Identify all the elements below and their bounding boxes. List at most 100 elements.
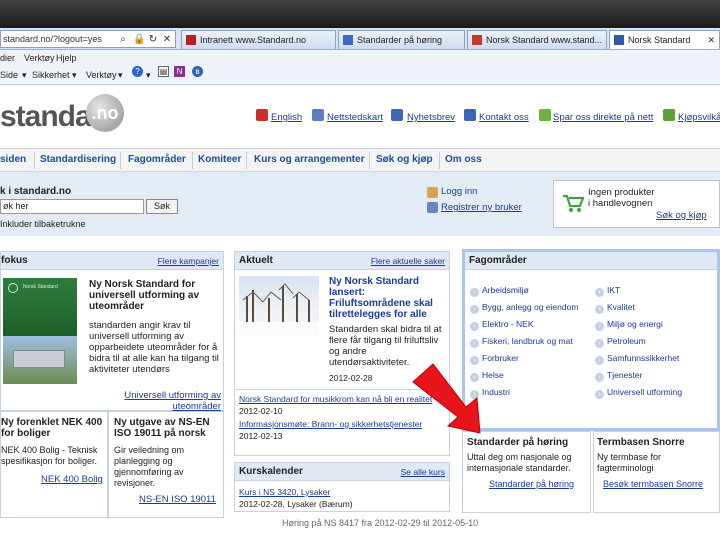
building-image — [13, 350, 65, 368]
logo-ball: .no — [86, 94, 124, 132]
bluetooth-icon[interactable]: ʙ — [192, 66, 203, 77]
kurs-item[interactable]: Kurs i NS 3420, Lysaker — [239, 487, 330, 497]
fag-industri[interactable]: › Industri — [470, 387, 510, 399]
arrow-icon: › — [470, 305, 479, 314]
aktuelt-more-link[interactable]: Flere aktuelle saker — [371, 256, 445, 266]
nav-om-oss[interactable]: Om oss — [445, 154, 482, 165]
aktuelt-photo[interactable] — [239, 276, 319, 336]
tab-favicon-icon — [614, 35, 624, 45]
aktuelt-headline[interactable]: Ny Norsk Standard lansert: Friluftsområd… — [329, 276, 447, 320]
include-expired-checkbox[interactable]: Inkluder tilbaketrukne — [0, 219, 86, 229]
address-bar[interactable]: standard.no/?logout=yes ⌕ 🔒 ↻ ✕ — [0, 30, 176, 48]
fag-fiskeri[interactable]: › Fiskeri, landbruk og mat — [470, 336, 573, 348]
cart-icon — [663, 109, 675, 121]
iso-link[interactable]: NS-EN ISO 19011 — [139, 494, 216, 505]
aktuelt-date-3: 2012-02-13 — [239, 431, 283, 441]
aktuelt-panel: Aktuelt Flere aktuelle saker Ny Norsk St… — [234, 251, 450, 456]
contact-icon — [464, 109, 476, 121]
nav-fagomrader[interactable]: Fagområder — [128, 154, 186, 165]
tab-norsk-standard[interactable]: Norsk Standard ✕ — [609, 30, 720, 49]
link-newsletter[interactable]: Nyhetsbrev — [407, 112, 455, 123]
nek-body: NEK 400 Bolig - Teknisk spesifikasjon fo… — [1, 445, 98, 466]
fag-helse[interactable]: › Helse — [470, 370, 504, 382]
menu-item[interactable]: Hjelp — [56, 50, 77, 66]
chevron-down-icon: ▾ — [72, 70, 77, 80]
horing-title[interactable]: Standarder på høring — [467, 437, 568, 448]
close-tab-icon[interactable]: ✕ — [707, 31, 715, 49]
kurskalender-head: Kurskalender Se alle kurs — [235, 463, 449, 481]
nav-standardisering[interactable]: Standardisering — [40, 154, 116, 165]
fokus-thumbnail-top[interactable]: Norsk Standard — [3, 278, 77, 336]
help-icon[interactable]: ? — [132, 66, 143, 77]
tab-favicon-icon — [343, 35, 353, 45]
fag-elektro[interactable]: › Elektro - NEK — [470, 319, 534, 331]
cart-text-line1: Ingen produkter — [588, 187, 655, 198]
cart-link[interactable]: Søk og kjøp — [656, 210, 707, 221]
kurskalender-panel: Kurskalender Se alle kurs Kurs i NS 3420… — [234, 462, 450, 512]
shopping-cart-icon — [563, 194, 584, 212]
fag-kvalitet[interactable]: › Kvalitet — [595, 302, 635, 314]
aktuelt-item-2[interactable]: Norsk Standard for musikkrom kan nå bli … — [239, 394, 432, 404]
nav-sok-kjop[interactable]: Søk og kjøp — [376, 154, 433, 165]
arrow-icon: › — [470, 339, 479, 348]
tab-label: Intranett www.Standard.no — [200, 35, 307, 45]
fag-forbruker[interactable]: › Forbruker — [470, 353, 519, 365]
tab-standarder-horing[interactable]: Standarder på høring — [338, 30, 465, 49]
search-input[interactable]: øk her — [0, 199, 144, 214]
command-tools[interactable]: Verktøy — [86, 66, 117, 85]
tab-label: Norsk Standard www.stand... — [486, 35, 603, 45]
horing-link[interactable]: Standarder på høring — [489, 479, 574, 489]
fag-universell[interactable]: › Universell utforming — [595, 387, 682, 399]
menu-item[interactable]: dier — [0, 50, 15, 66]
onenote-icon[interactable]: N — [174, 66, 185, 77]
login-link[interactable]: Logg inn — [441, 186, 477, 197]
kurskalender-more-link[interactable]: Se alle kurs — [401, 467, 445, 477]
command-security[interactable]: Sikkerhet — [32, 66, 70, 85]
nav-komiteer[interactable]: Komiteer — [198, 154, 241, 165]
chat-icon — [539, 109, 551, 121]
link-terms[interactable]: Kjøpsvilkår — [678, 112, 720, 123]
register-link[interactable]: Registrer ny bruker — [441, 202, 522, 213]
cart-box: Ingen produkter i handlevognen Søk og kj… — [553, 180, 720, 228]
link-sitemap[interactable]: Nettstedskart — [327, 112, 383, 123]
fokus-more-link[interactable]: Flere kampanjer — [158, 256, 219, 266]
menu-item[interactable]: Verktøy — [24, 50, 55, 66]
fag-petroleum[interactable]: › Petroleum — [595, 336, 646, 348]
search-icon[interactable]: ⌕ — [117, 32, 129, 46]
snorre-title[interactable]: Termbasen Snorre — [597, 437, 685, 448]
arrow-icon: › — [595, 305, 604, 314]
tab-intranett[interactable]: Intranett www.Standard.no — [181, 30, 336, 49]
fag-arbeidsmiljo[interactable]: › Arbeidsmiljø — [470, 285, 529, 297]
link-contact[interactable]: Kontakt oss — [479, 112, 529, 123]
fokus-body: standarden angir krav til universell utf… — [89, 320, 219, 375]
nek-link[interactable]: NEK 400 Bolig — [41, 474, 103, 485]
iso-body: Gir veiledning om planlegging og gjennom… — [114, 445, 185, 488]
stop-icon[interactable]: ✕ — [161, 32, 173, 46]
fag-miljo[interactable]: › Miljø og energi — [595, 319, 663, 331]
nek-title[interactable]: Ny forenklet NEK 400 for boliger — [1, 417, 105, 439]
fokus-link[interactable]: Universell utforming av uteområder — [91, 390, 221, 412]
nav-home[interactable]: siden — [0, 154, 26, 165]
fag-samfunnssikkerhet[interactable]: › Samfunnssikkerhet — [595, 353, 679, 365]
fag-bygg[interactable]: › Bygg, anlegg og eiendom — [470, 302, 578, 314]
snorre-panel: Termbasen Snorre Ny termbase for fagterm… — [593, 431, 720, 513]
link-chat[interactable]: Spar oss direkte på nett — [553, 112, 653, 123]
snorre-link[interactable]: Besøk termbasen Snorre — [603, 479, 703, 489]
search-button[interactable]: Søk — [146, 199, 178, 214]
aktuelt-head: Aktuelt Flere aktuelle saker — [235, 252, 449, 270]
command-side[interactable]: Side — [0, 66, 18, 85]
fokus-headline[interactable]: Ny Norsk Standard for universell utformi… — [89, 279, 219, 312]
fokus-thumbnail-photo[interactable] — [3, 336, 77, 384]
research-icon[interactable]: ▤ — [158, 66, 169, 77]
fag-ikt[interactable]: › IKT — [595, 285, 620, 297]
iso-title[interactable]: Ny utgave av NS-EN ISO 19011 på norsk — [114, 417, 220, 439]
nav-kurs[interactable]: Kurs og arrangementer — [254, 154, 365, 165]
arrow-icon: › — [595, 322, 604, 331]
refresh-icon[interactable]: ↻ — [147, 32, 159, 46]
fag-tjenester[interactable]: › Tjenester — [595, 370, 642, 382]
link-english[interactable]: English — [271, 112, 302, 123]
fagomrader-head: Fagområder — [465, 252, 717, 270]
tab-norsk-standard-www[interactable]: Norsk Standard www.stand... — [467, 30, 607, 49]
aktuelt-item-3[interactable]: Informasjonsmøte: Brann- og sikkerhetstj… — [239, 419, 422, 429]
tab-favicon-icon — [186, 35, 196, 45]
